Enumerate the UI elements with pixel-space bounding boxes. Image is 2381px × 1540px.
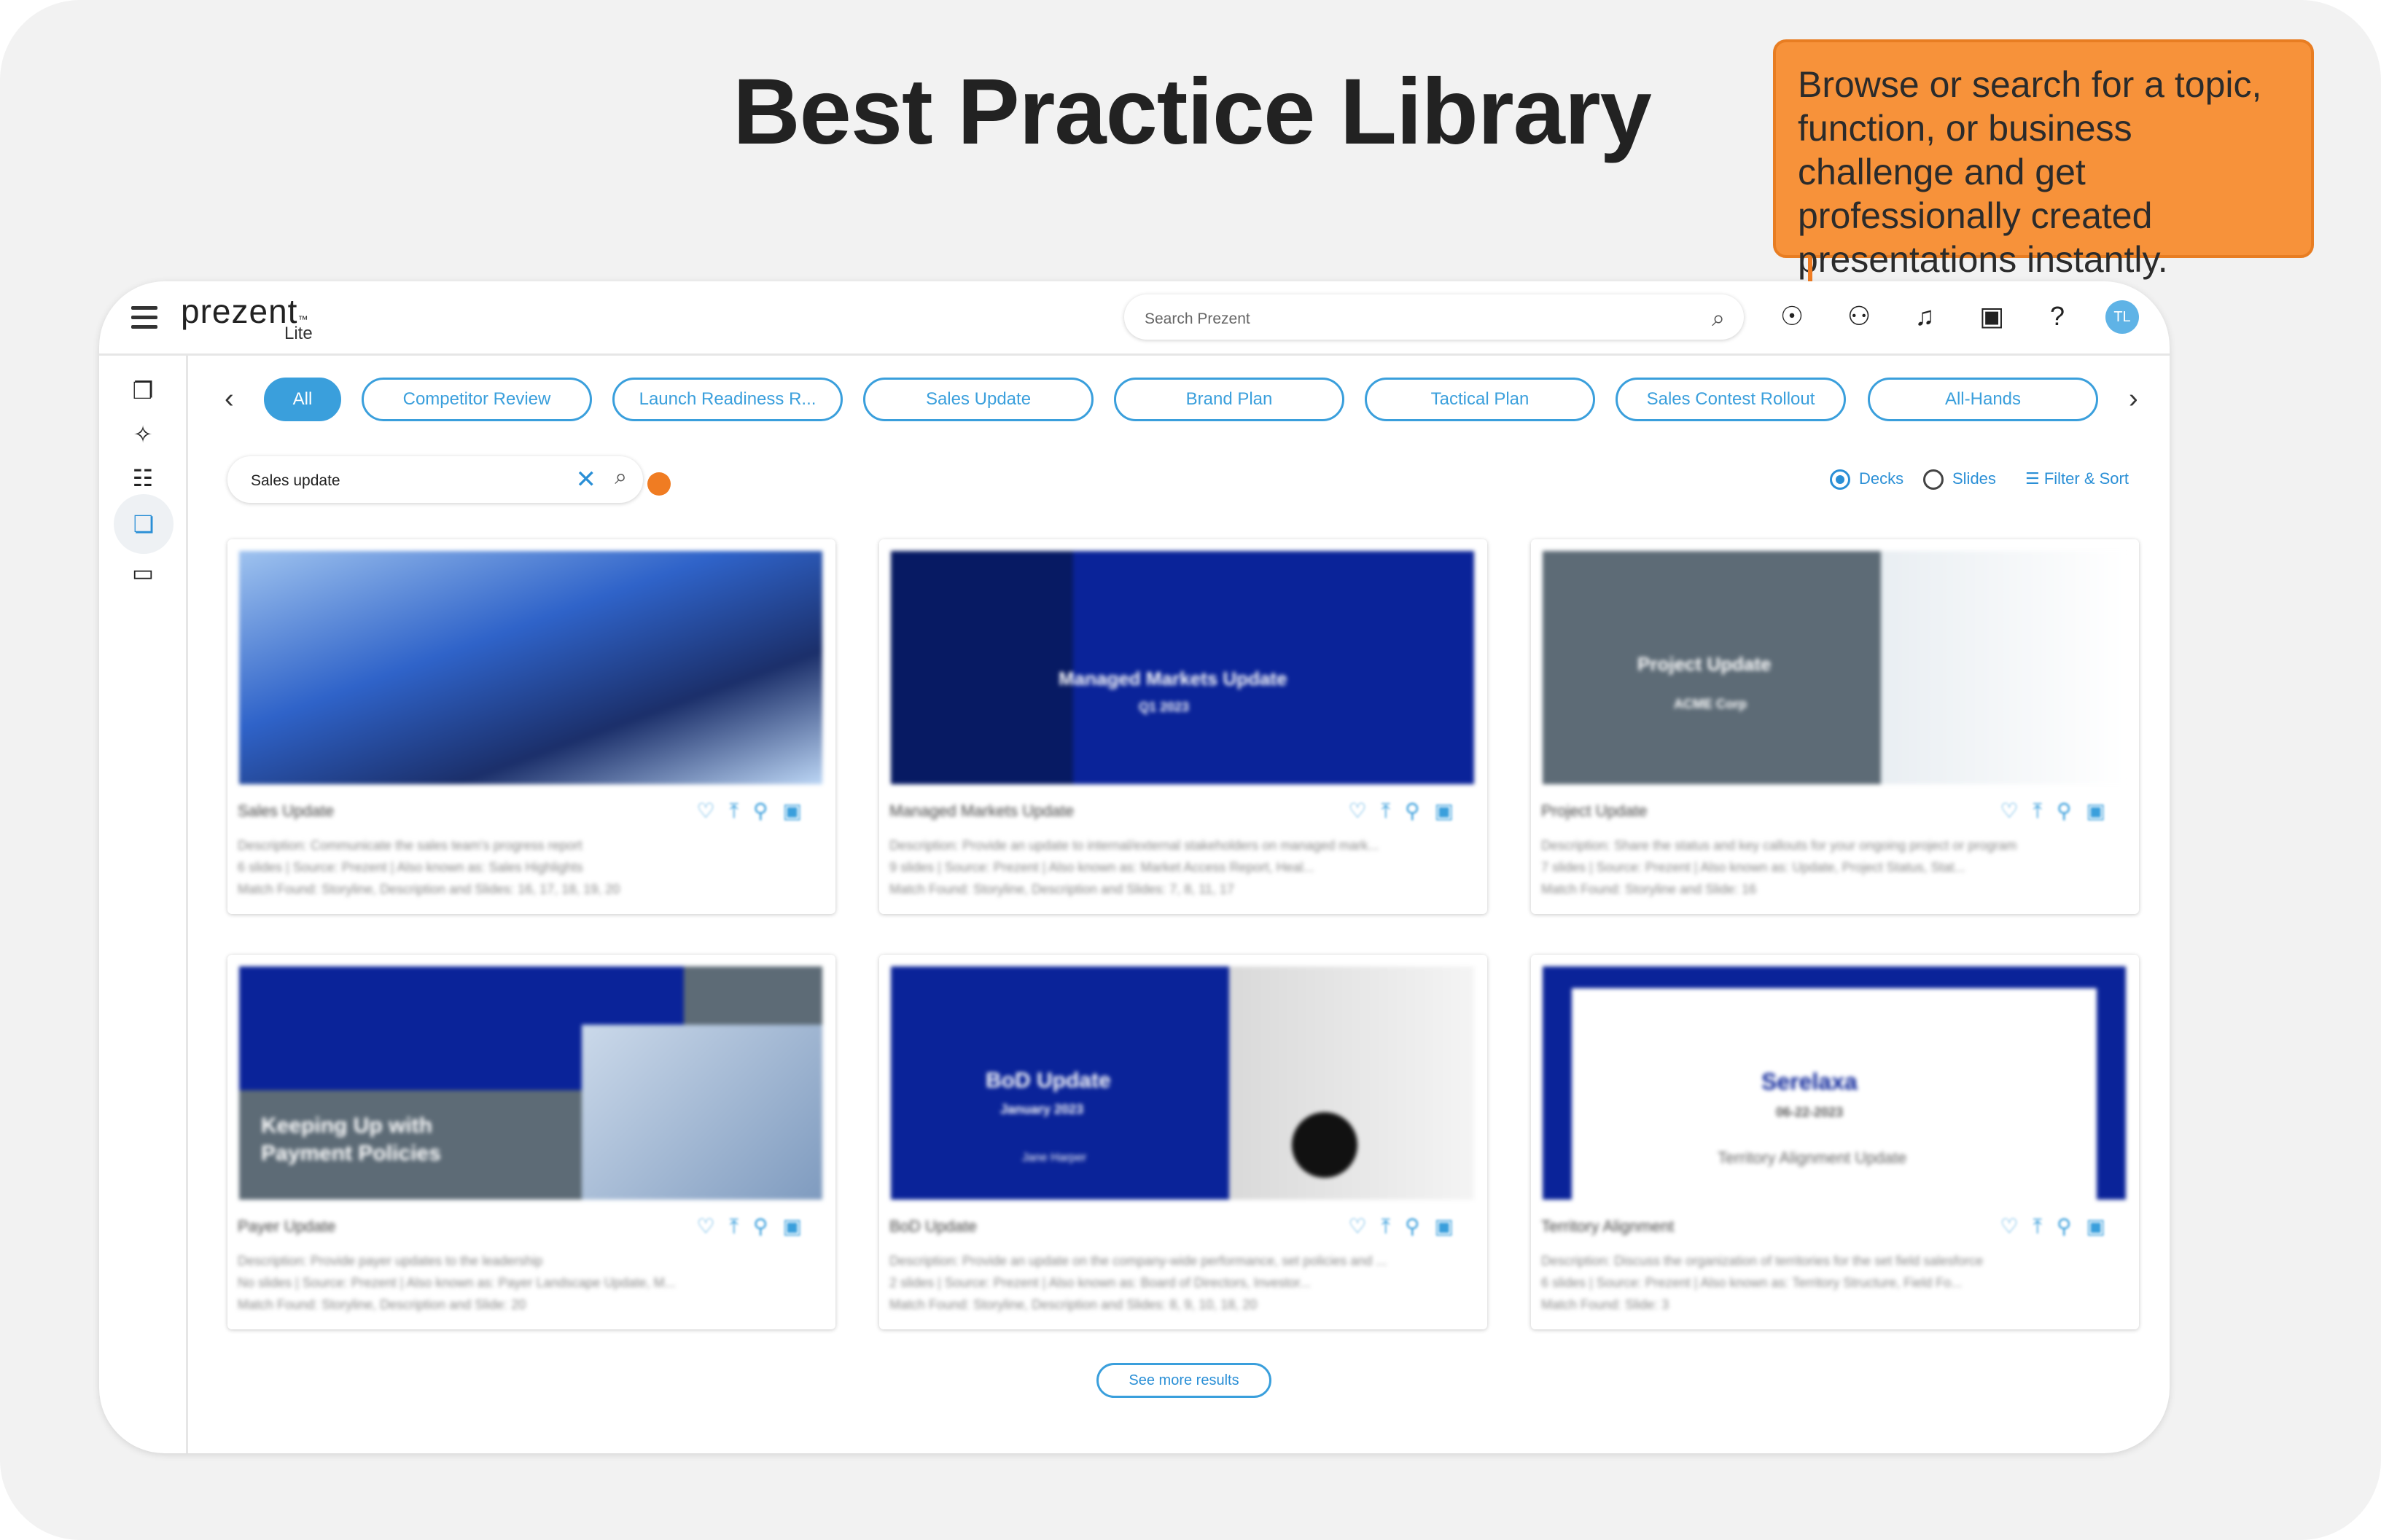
- chip-all-hands[interactable]: All-Hands: [1868, 378, 2098, 421]
- deck-match: Match Found: Storyline, Description and …: [889, 1297, 1258, 1312]
- deck-match: Match Found: Storyline, Description and …: [238, 1297, 526, 1312]
- global-search-input[interactable]: Search Prezent ⌕: [1124, 294, 1744, 340]
- logo-subtitle: Lite: [284, 324, 313, 343]
- deck-actions[interactable]: ♡⤒⚲▣: [1349, 1214, 1468, 1239]
- best-practice-library-icon[interactable]: ❏: [114, 494, 174, 554]
- slides-radio[interactable]: Slides: [1923, 469, 1996, 490]
- filter-icon: ☰: [2025, 469, 2044, 488]
- deck-description: Description: Share the status and key ca…: [1541, 838, 2017, 853]
- deck-thumbnail: [239, 551, 822, 784]
- deck-thumbnail: Keeping Up with Payment Policies: [239, 966, 822, 1200]
- see-more-button[interactable]: See more results: [1096, 1363, 1271, 1398]
- deck-meta: 2 slides | Source: Prezent | Also known …: [889, 1275, 1311, 1290]
- deck-actions[interactable]: ♡⤒⚲▣: [2000, 1214, 2120, 1239]
- chip-tactical-plan[interactable]: Tactical Plan: [1365, 378, 1595, 421]
- chip-sales-update[interactable]: Sales Update: [863, 378, 1094, 421]
- deck-title: BoD Update: [889, 1217, 977, 1235]
- deck-actions[interactable]: ♡⤒⚲▣: [697, 799, 817, 824]
- chevron-left-icon[interactable]: ‹: [225, 383, 234, 415]
- deck-card[interactable]: BoD Update January 2023 Jane Harper BoD …: [879, 955, 1487, 1329]
- library-search-value: Sales update: [251, 472, 340, 489]
- radio-selected-icon: [1830, 469, 1850, 490]
- deck-description: Description: Provide an update on the co…: [889, 1254, 1387, 1268]
- filter-sort-button[interactable]: ☰ Filter & Sort: [2025, 469, 2129, 488]
- deck-description: Description: Discuss the organization of…: [1541, 1254, 1984, 1268]
- deck-thumbnail: BoD Update January 2023 Jane Harper: [891, 966, 1474, 1200]
- deck-meta: 6 slides | Source: Prezent | Also known …: [1541, 1275, 1963, 1290]
- search-icon[interactable]: ⌕: [1712, 305, 1725, 332]
- deck-match: Match Found: Storyline, Description and …: [889, 882, 1234, 896]
- bell-icon[interactable]: ♫: [1909, 300, 1941, 332]
- deck-meta: 7 slides | Source: Prezent | Also known …: [1541, 860, 1965, 875]
- deck-title: Payer Update: [238, 1217, 336, 1235]
- page-title: Best Practice Library: [733, 60, 1652, 164]
- callout-box: Browse or search for a topic, function, …: [1773, 39, 2314, 280]
- clear-icon[interactable]: ✕: [576, 465, 597, 494]
- help-icon[interactable]: ?: [2041, 300, 2073, 332]
- folder-icon[interactable]: ▭: [121, 551, 165, 595]
- page-background: Best Practice Library Browse or search f…: [0, 0, 2381, 1540]
- deck-match: Match Found: Storyline, Description and …: [238, 882, 620, 896]
- deck-card[interactable]: Sales Update ♡⤒⚲▣ Description: Communica…: [227, 539, 835, 914]
- deck-actions[interactable]: ♡⤒⚲▣: [2000, 799, 2120, 824]
- deck-actions[interactable]: ♡⤒⚲▣: [697, 1214, 817, 1239]
- radio-unselected-icon: [1923, 469, 1944, 490]
- category-chips: ‹ All Competitor Review Launch Readiness…: [223, 378, 2155, 421]
- menu-icon[interactable]: [131, 306, 157, 329]
- fingerprint-icon[interactable]: ☉: [1776, 300, 1808, 332]
- decks-radio[interactable]: Decks: [1830, 469, 1903, 490]
- chip-launch-readiness[interactable]: Launch Readiness R...: [612, 378, 843, 421]
- deck-title: Project Update: [1541, 802, 1648, 820]
- deck-description: Description: Communicate the sales team'…: [238, 838, 582, 853]
- chip-competitor-review[interactable]: Competitor Review: [362, 378, 592, 421]
- magic-wand-icon[interactable]: ✧: [121, 413, 165, 456]
- deck-thumbnail: Project Update ACME Corp: [1543, 551, 2126, 784]
- deck-meta: 9 slides | Source: Prezent | Also known …: [889, 860, 1314, 875]
- deck-meta: 6 slides | Source: Prezent | Also known …: [238, 860, 583, 875]
- add-user-icon[interactable]: ⚇: [1843, 300, 1875, 332]
- deck-actions[interactable]: ♡⤒⚲▣: [1349, 799, 1468, 824]
- sidebar: ❐ ✧ ☷ ❏ ▭ ⤓: [99, 356, 188, 1453]
- deck-description: Description: Provide payer updates to th…: [238, 1254, 543, 1268]
- chip-brand-plan[interactable]: Brand Plan: [1114, 378, 1344, 421]
- slides-icon[interactable]: ❐: [121, 369, 165, 413]
- deck-card[interactable]: Serelaxa 06-22-2023 Territory Alignment …: [1531, 955, 2139, 1329]
- search-placeholder: Search Prezent: [1145, 310, 1250, 327]
- deck-match: Match Found: Storyline and Slide: 16: [1541, 882, 1757, 896]
- deck-title: Managed Markets Update: [889, 802, 1075, 820]
- deck-title: Territory Alignment: [1541, 1217, 1675, 1235]
- deck-card[interactable]: Project Update ACME Corp Project Update …: [1531, 539, 2139, 914]
- deck-title: Sales Update: [238, 802, 335, 820]
- deck-description: Description: Provide an update to intern…: [889, 838, 1379, 853]
- deck-thumbnail: Managed Markets Update Q1 2023: [891, 551, 1474, 784]
- chip-sales-contest-rollout[interactable]: Sales Contest Rollout: [1616, 378, 1846, 421]
- avatar[interactable]: TL: [2105, 300, 2139, 334]
- deck-card[interactable]: Keeping Up with Payment Policies Payer U…: [227, 955, 835, 1329]
- chip-all[interactable]: All: [264, 378, 341, 421]
- app-window: prezent™ Lite Search Prezent ⌕ ☉ ⚇ ♫ ▣ ?…: [99, 281, 2170, 1453]
- chevron-right-icon[interactable]: ›: [2129, 383, 2138, 415]
- library-search-input[interactable]: Sales update ✕ ⌕: [227, 456, 643, 503]
- callout-pointer-dot: [647, 472, 671, 496]
- deck-card[interactable]: Managed Markets Update Q1 2023 Managed M…: [879, 539, 1487, 914]
- gift-icon[interactable]: ▣: [1976, 300, 2008, 332]
- deck-match: Match Found: Slide: 3: [1541, 1297, 1669, 1312]
- deck-meta: No slides | Source: Prezent | Also known…: [238, 1275, 676, 1290]
- deck-thumbnail: Serelaxa 06-22-2023 Territory Alignment …: [1543, 966, 2126, 1200]
- top-bar: prezent™ Lite Search Prezent ⌕ ☉ ⚇ ♫ ▣ ?…: [99, 281, 2170, 356]
- checklist-icon[interactable]: ☷: [121, 456, 165, 500]
- search-icon[interactable]: ⌕: [615, 465, 627, 490]
